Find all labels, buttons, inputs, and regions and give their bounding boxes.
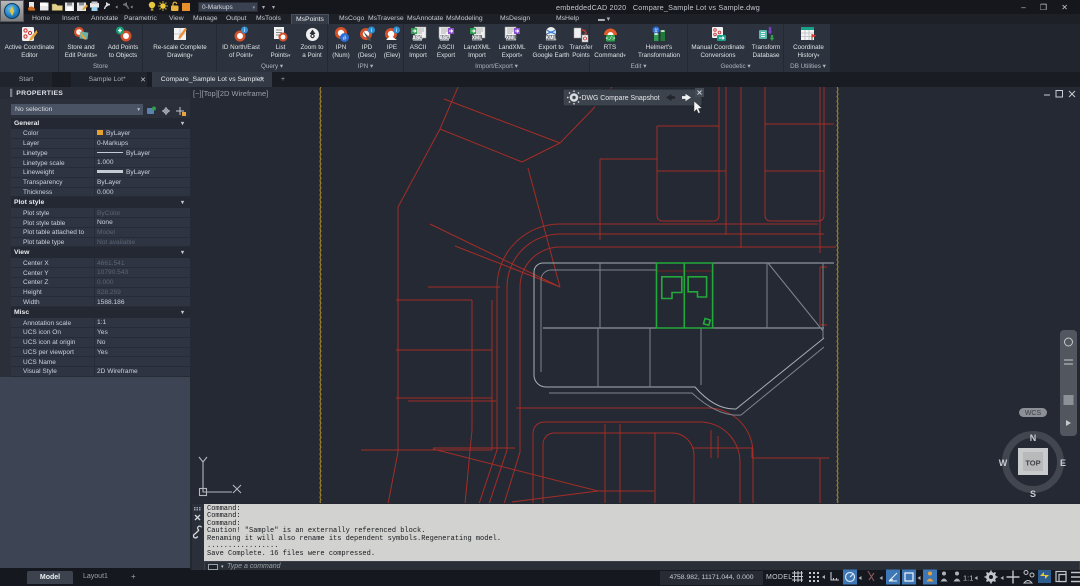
svg-text:i: i (370, 28, 371, 34)
svg-text:KML: KML (545, 36, 556, 42)
svg-text:ASC: ASC (412, 36, 423, 42)
svg-text:W: W (999, 458, 1008, 468)
svg-text:DWG Compare Snapshot: DWG Compare Snapshot (582, 95, 660, 102)
svg-text:XML: XML (471, 36, 482, 42)
svg-text:E: E (1060, 458, 1066, 468)
svg-text:</>: </> (605, 35, 615, 42)
svg-text:ASC: ASC (439, 36, 450, 42)
svg-text:1:1: 1:1 (963, 574, 973, 583)
svg-text:#: # (342, 35, 346, 42)
svg-text:[−][Top][2D Wireframe]: [−][Top][2D Wireframe] (193, 89, 268, 98)
svg-text:WCS: WCS (1025, 410, 1042, 417)
svg-text:S: S (1030, 489, 1036, 499)
svg-text:N: N (1030, 433, 1037, 443)
svg-text:i: i (243, 28, 244, 34)
svg-text:XML: XML (505, 36, 516, 42)
svg-text:TOP: TOP (1025, 459, 1040, 468)
svg-text:i: i (395, 28, 396, 34)
